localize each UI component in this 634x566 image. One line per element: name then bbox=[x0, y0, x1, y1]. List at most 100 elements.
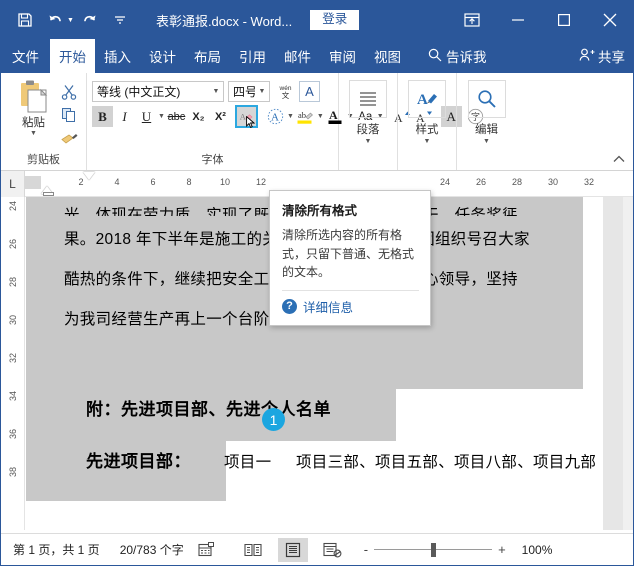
font-group-label: 字体 bbox=[201, 154, 224, 166]
read-mode-icon[interactable] bbox=[238, 538, 268, 562]
tab-review[interactable]: 审阅 bbox=[320, 39, 365, 73]
character-border-icon[interactable]: A bbox=[299, 81, 320, 102]
copy-icon[interactable] bbox=[59, 105, 79, 125]
paste-button[interactable]: 粘贴 ▼ bbox=[11, 79, 57, 148]
format-painter-icon[interactable] bbox=[59, 128, 79, 148]
text-effects-button[interactable]: A bbox=[265, 106, 286, 127]
tab-references[interactable]: 引用 bbox=[230, 39, 275, 73]
mouse-cursor-icon bbox=[246, 116, 256, 128]
zoom-out-button[interactable]: - bbox=[364, 542, 368, 557]
vruler-tick-32: 32 bbox=[8, 353, 18, 364]
italic-button[interactable]: I bbox=[114, 106, 135, 127]
left-indent-marker[interactable] bbox=[43, 192, 54, 196]
help-icon: ? bbox=[282, 298, 297, 314]
font-name-caret[interactable]: ▼ bbox=[209, 88, 223, 95]
svg-text:A: A bbox=[329, 108, 338, 122]
tooltip-more-label: 详细信息 bbox=[303, 300, 354, 315]
doc-line-7: 为我司经营生产再上一个台阶 bbox=[64, 311, 270, 328]
share-button[interactable]: 共享 bbox=[579, 39, 625, 73]
customize-qat-icon[interactable] bbox=[106, 6, 134, 34]
callout-badge-1: 1 bbox=[262, 408, 285, 431]
tab-view[interactable]: 视图 bbox=[365, 39, 410, 73]
text-effects-icon: A bbox=[267, 108, 284, 125]
paste-label: 粘贴 bbox=[22, 117, 45, 129]
doc-label-advanced-departments: 先进项目部： bbox=[86, 452, 191, 471]
ribbon-group-editing[interactable]: 编辑 ▼ bbox=[457, 73, 516, 170]
ribbon-group-paragraph[interactable]: 段落 ▼ bbox=[339, 73, 398, 170]
tab-selector-button[interactable]: L bbox=[1, 171, 25, 197]
close-icon[interactable] bbox=[587, 1, 633, 39]
vruler-tick-28: 28 bbox=[8, 277, 18, 288]
minimize-icon[interactable] bbox=[495, 1, 541, 39]
vertical-ruler[interactable]: 24 26 28 30 32 34 36 38 bbox=[1, 197, 25, 530]
collapse-ribbon-icon[interactable] bbox=[613, 155, 625, 166]
zoom-level[interactable]: 100% bbox=[522, 543, 553, 557]
cut-icon[interactable] bbox=[59, 82, 79, 102]
underline-button[interactable]: U bbox=[136, 106, 157, 127]
zoom-slider[interactable] bbox=[374, 542, 493, 557]
tooltip-separator bbox=[282, 289, 419, 291]
tooltip-body: 清除所选内容的所有格式，只留下普通、无格式的文本。 bbox=[282, 228, 415, 280]
subscript-button[interactable]: X₂ bbox=[188, 106, 209, 127]
font-name-value: 等线 (中文正文) bbox=[97, 85, 181, 99]
styles-caret[interactable]: ▼ bbox=[408, 137, 446, 146]
save-icon[interactable] bbox=[11, 6, 39, 34]
svg-text:ab: ab bbox=[298, 110, 306, 120]
highlight-button[interactable]: ab bbox=[295, 106, 316, 127]
vertical-scrollbar[interactable] bbox=[623, 197, 633, 530]
maximize-icon[interactable] bbox=[541, 1, 587, 39]
paste-icon bbox=[17, 79, 51, 115]
ribbon-group-styles[interactable]: A 样式 ▼ bbox=[398, 73, 457, 170]
page-info[interactable]: 第 1 页，共 1 页 bbox=[1, 534, 110, 566]
text-effects-caret[interactable]: ▼ bbox=[287, 113, 294, 120]
zoom-slider-thumb[interactable] bbox=[431, 542, 437, 557]
person-add-icon bbox=[579, 48, 595, 65]
sign-in-button[interactable]: 登录 bbox=[310, 9, 360, 31]
clear-formatting-button[interactable]: A bbox=[235, 106, 257, 128]
tell-me-box[interactable]: 告诉我 bbox=[420, 39, 495, 73]
web-layout-icon[interactable] bbox=[318, 538, 348, 562]
tab-home[interactable]: 开始 bbox=[50, 39, 95, 73]
editing-caret[interactable]: ▼ bbox=[468, 137, 506, 146]
svg-text:A: A bbox=[240, 112, 246, 121]
print-layout-icon[interactable] bbox=[277, 537, 308, 562]
phonetic-guide-icon[interactable]: wén 文 bbox=[275, 81, 296, 102]
paragraph-caret[interactable]: ▼ bbox=[349, 137, 387, 146]
status-bar: 第 1 页，共 1 页 20/783 个字 - + 100% bbox=[1, 533, 633, 565]
tab-design[interactable]: 设计 bbox=[140, 39, 185, 73]
svg-text:A: A bbox=[271, 112, 279, 124]
undo-dropdown-caret[interactable]: ▼ bbox=[67, 17, 74, 24]
redo-icon[interactable] bbox=[76, 6, 104, 34]
styles-group-label: 样式 bbox=[415, 124, 439, 136]
ribbon-group-font: 等线 (中文正文) ▼ 四号 ▼ wén 文 A B I U ▼ abc X₂ … bbox=[87, 73, 483, 170]
underline-caret[interactable]: ▼ bbox=[158, 113, 165, 120]
vruler-tick-24: 24 bbox=[8, 201, 18, 212]
font-name-combo[interactable]: 等线 (中文正文) ▼ bbox=[92, 81, 224, 102]
tab-insert[interactable]: 插入 bbox=[95, 39, 140, 73]
clear-formatting-tooltip: 清除所有格式 清除所选内容的所有格式，只留下普通、无格式的文本。 ? 详细信息 bbox=[269, 190, 431, 326]
hruler-tick-26: 26 bbox=[475, 177, 487, 187]
vruler-tick-34: 34 bbox=[8, 391, 18, 402]
word-count[interactable]: 20/783 个字 bbox=[110, 534, 194, 566]
hruler-tick-30: 30 bbox=[547, 177, 559, 187]
proofing-status-icon[interactable] bbox=[194, 534, 220, 566]
ribbon-display-options-icon[interactable] bbox=[449, 1, 495, 39]
font-size-combo[interactable]: 四号 ▼ bbox=[228, 81, 270, 102]
doc-text-project-one: 项目一 bbox=[224, 454, 272, 471]
search-icon bbox=[428, 48, 442, 65]
paste-dropdown-caret[interactable]: ▼ bbox=[30, 130, 37, 138]
first-line-indent-marker[interactable] bbox=[83, 172, 95, 180]
bold-button[interactable]: B bbox=[92, 106, 113, 127]
tab-layout[interactable]: 布局 bbox=[185, 39, 230, 73]
font-size-caret[interactable]: ▼ bbox=[255, 88, 269, 95]
undo-icon[interactable] bbox=[41, 6, 69, 34]
superscript-button[interactable]: X² bbox=[210, 106, 231, 127]
ribbon-tabs: 文件 开始 插入 设计 布局 引用 邮件 审阅 视图 告诉我 共享 bbox=[1, 39, 633, 73]
tab-file[interactable]: 文件 bbox=[1, 39, 50, 73]
ribbon: 粘贴 ▼ 剪贴板 等线 (中文正文) ▼ 四号 ▼ wén 文 A B I U … bbox=[1, 73, 633, 204]
strikethrough-button[interactable]: abc bbox=[166, 106, 187, 127]
tab-mailings[interactable]: 邮件 bbox=[275, 39, 320, 73]
highlight-caret[interactable]: ▼ bbox=[317, 113, 324, 120]
tooltip-more-info-link[interactable]: ? 详细信息 bbox=[282, 297, 419, 316]
zoom-in-button[interactable]: + bbox=[498, 542, 506, 557]
